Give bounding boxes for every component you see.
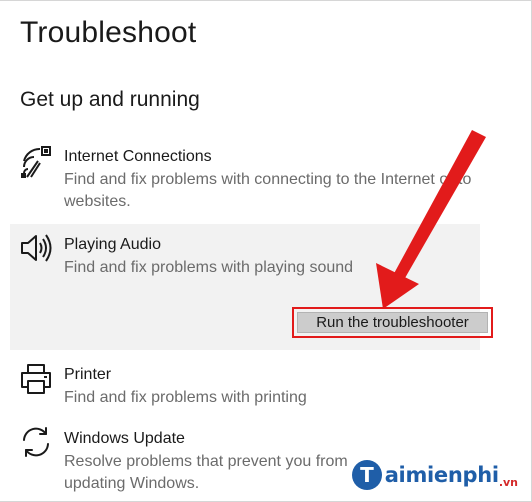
item-name: Windows Update [64, 430, 185, 447]
item-name: Internet Connections [64, 148, 212, 165]
troubleshooter-item-internet-connections[interactable]: Internet Connections Find and fix proble… [10, 138, 480, 216]
frame-border-top [0, 0, 532, 1]
item-description: Resolve problems that prevent you from u… [64, 453, 348, 492]
item-description: Find and fix problems with connecting to… [64, 171, 472, 210]
page-title: Troubleshoot [20, 16, 197, 49]
speaker-icon [18, 230, 54, 266]
run-troubleshooter-button[interactable]: Run the troubleshooter [297, 312, 488, 333]
sync-arrows-icon [18, 424, 54, 460]
item-description: Find and fix problems with playing sound [64, 259, 354, 276]
item-name: Playing Audio [64, 236, 161, 253]
watermark-badge-icon: T [351, 460, 382, 490]
watermark-brand: aimienphi [384, 463, 499, 487]
printer-icon [18, 361, 54, 397]
troubleshooter-item-printer[interactable]: Printer Find and fix problems with print… [10, 356, 480, 414]
troubleshoot-settings-page: Troubleshoot Get up and running Internet… [0, 0, 532, 502]
watermark-domain: .vn [498, 476, 518, 489]
item-description: Find and fix problems with printing [64, 389, 307, 406]
wifi-network-icon [18, 144, 54, 180]
section-title: Get up and running [20, 88, 200, 111]
watermark-initial: T [360, 463, 374, 487]
item-name: Printer [64, 366, 112, 383]
watermark-logo: T aimienphi .vn [347, 454, 522, 496]
